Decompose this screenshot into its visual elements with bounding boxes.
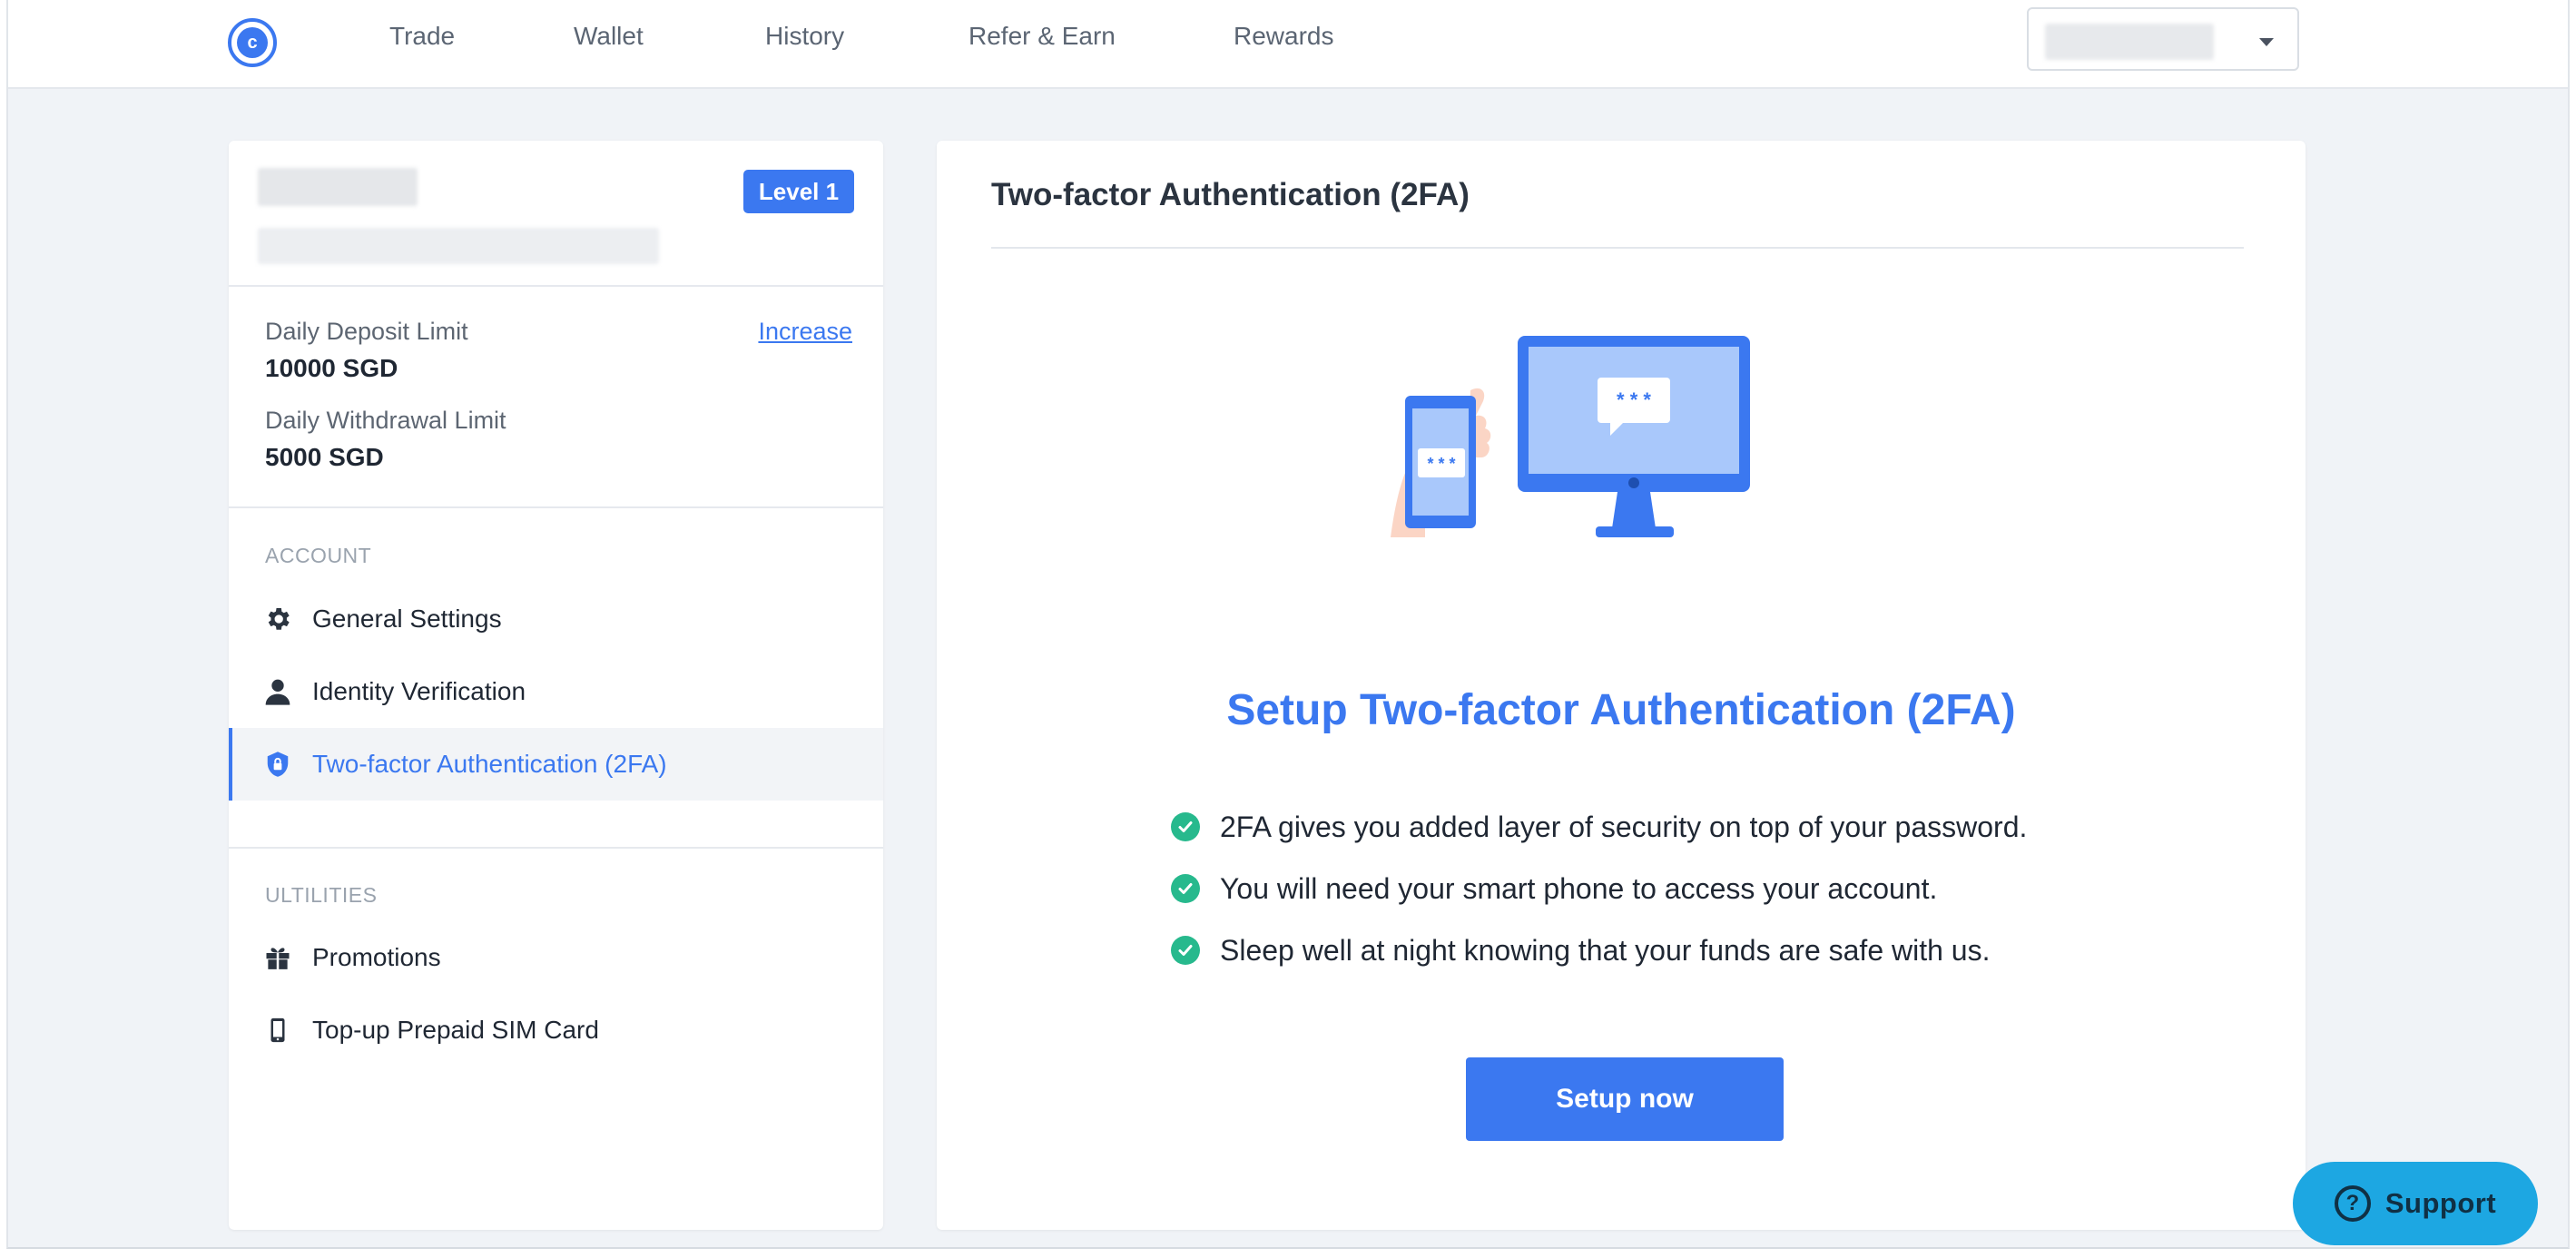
check-circle-icon <box>1171 874 1200 903</box>
help-circle-icon: ? <box>2334 1185 2371 1222</box>
gear-icon <box>261 603 294 635</box>
monitor-message-text: * * * <box>1617 388 1651 411</box>
user-menu-dropdown[interactable] <box>2027 7 2299 71</box>
check-circle-icon <box>1171 936 1200 965</box>
logo-letter: c <box>237 27 268 58</box>
user-name-redacted <box>2045 24 2214 60</box>
chevron-down-icon <box>2259 38 2274 46</box>
nav-rewards[interactable]: Rewards <box>1234 22 1333 51</box>
sidebar-item-label: Two-factor Authentication (2FA) <box>312 750 667 778</box>
sidebar-item-general-settings[interactable]: General Settings <box>229 583 883 655</box>
check-circle-icon <box>1171 812 1200 841</box>
account-section-heading: ACCOUNT <box>265 544 372 567</box>
logo-icon[interactable]: c <box>228 18 277 67</box>
sidebar-item-topup-sim[interactable]: Top-up Prepaid SIM Card <box>229 994 883 1066</box>
benefit-text: 2FA gives you added layer of security on… <box>1220 810 2028 843</box>
sidebar-item-label: Promotions <box>312 943 441 971</box>
title-divider <box>991 247 2244 249</box>
person-icon <box>261 675 294 708</box>
increase-limit-link[interactable]: Increase <box>758 318 852 346</box>
benefit-text: You will need your smart phone to access… <box>1220 871 1938 905</box>
page-title: Two-factor Authentication (2FA) <box>991 177 1470 212</box>
app-frame: c Trade Wallet History Refer & Earn Rewa… <box>6 0 2570 1249</box>
utilities-section-heading: ULTILITIES <box>265 883 378 907</box>
support-button[interactable]: ? Support <box>2293 1162 2538 1245</box>
account-sidebar: Level 1 Daily Deposit Limit Increase 100… <box>229 141 883 1230</box>
sidebar-item-label: Identity Verification <box>312 677 526 705</box>
sidebar-item-identity-verification[interactable]: Identity Verification <box>229 655 883 728</box>
nav-trade[interactable]: Trade <box>389 22 455 51</box>
deposit-limit-value: 10000 SGD <box>265 354 398 382</box>
sidebar-item-label: General Settings <box>312 604 502 633</box>
support-label: Support <box>2384 1187 2497 1219</box>
benefit-item: Sleep well at night knowing that your fu… <box>1171 930 1990 970</box>
user-email-redacted <box>258 228 659 264</box>
withdrawal-limit-value: 5000 SGD <box>265 443 384 471</box>
level-badge: Level 1 <box>743 170 854 213</box>
nav-wallet[interactable]: Wallet <box>574 22 644 51</box>
profile-summary: Level 1 <box>229 141 883 287</box>
benefit-text: Sleep well at night knowing that your fu… <box>1220 933 1991 967</box>
benefit-item: 2FA gives you added layer of security on… <box>1171 807 2027 847</box>
top-navbar: c Trade Wallet History Refer & Earn Rewa… <box>8 0 2568 89</box>
benefit-item: You will need your smart phone to access… <box>1171 869 1937 909</box>
nav-history[interactable]: History <box>765 22 844 51</box>
withdrawal-limit-label: Daily Withdrawal Limit <box>265 407 506 434</box>
sidebar-item-label: Top-up Prepaid SIM Card <box>312 1016 599 1044</box>
two-factor-illustration: * * * * * * <box>1391 336 1772 554</box>
shield-lock-icon <box>261 748 294 781</box>
mobile-phone-icon <box>261 1014 294 1047</box>
sidebar-item-promotions[interactable]: Promotions <box>229 921 883 994</box>
limits-section: Daily Deposit Limit Increase 10000 SGD D… <box>229 287 883 508</box>
setup-now-button[interactable]: Setup now <box>1466 1057 1784 1141</box>
phone-message-text: * * * <box>1427 455 1455 473</box>
section-divider <box>229 847 883 849</box>
deposit-limit-label: Daily Deposit Limit <box>265 318 468 345</box>
sidebar-item-two-factor-auth[interactable]: Two-factor Authentication (2FA) <box>229 728 883 801</box>
user-name-redacted <box>258 168 418 206</box>
nav-refer-earn[interactable]: Refer & Earn <box>968 22 1116 51</box>
setup-heading: Setup Two-factor Authentication (2FA) <box>1226 686 2016 734</box>
two-factor-panel: Two-factor Authentication (2FA) * * * * … <box>937 141 2306 1230</box>
gift-icon <box>261 941 294 974</box>
